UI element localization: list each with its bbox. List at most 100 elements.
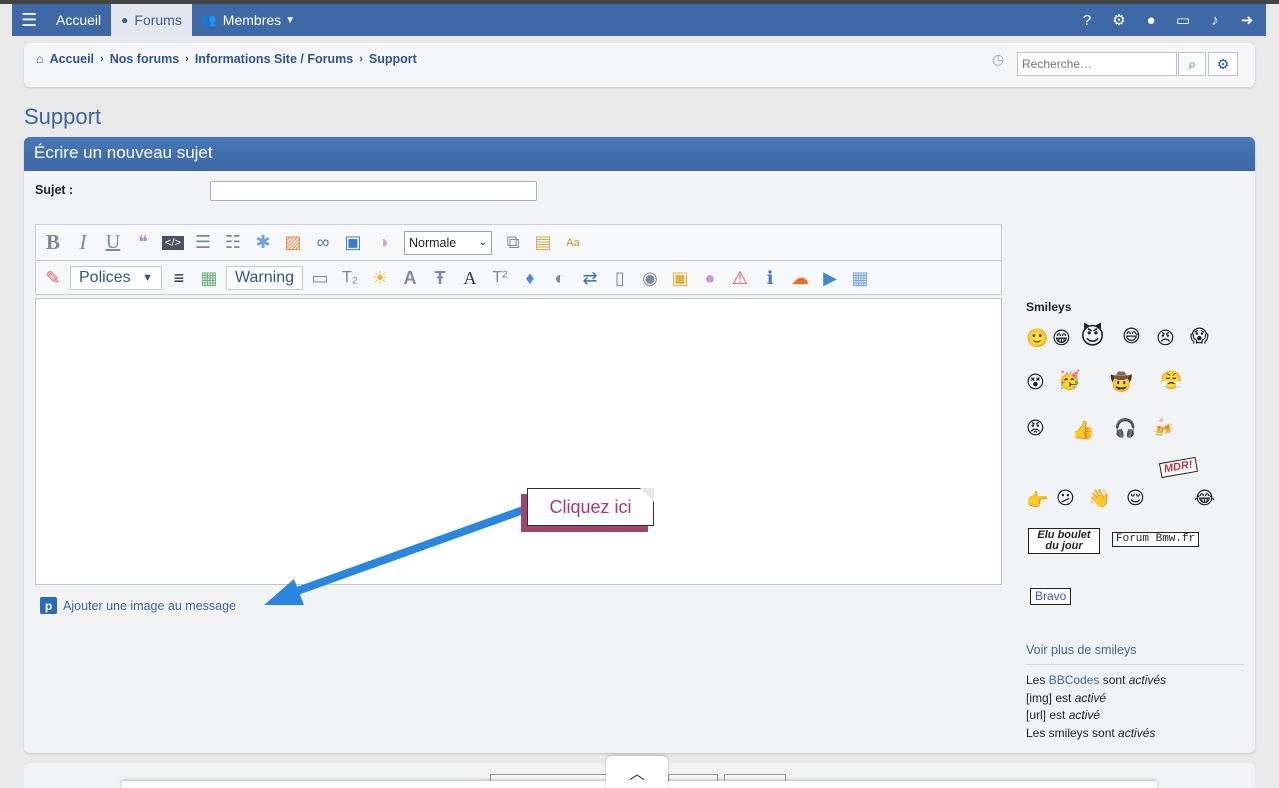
info-icon[interactable]: ℹ [757, 265, 783, 291]
smiley-bravo-sign[interactable]: Bravo [1030, 588, 1072, 605]
help-icon[interactable]: ? [1072, 4, 1102, 36]
search-button[interactable]: ⌕ [1178, 52, 1206, 76]
smiley-smoke-icon[interactable]: 😤 [1160, 370, 1182, 391]
smiley-mdr-sign[interactable]: MDR! [1158, 456, 1198, 479]
bell-icon[interactable]: ♪ [1200, 4, 1230, 36]
toolbar-row-2: ✎ Polices ▼ ≡ ▦ Warning ▭ T₂ ☀ A Ŧ A T² … [36, 260, 1001, 295]
align-center-icon[interactable]: ≡ [166, 265, 192, 291]
smiley-forum-bmw-sign[interactable]: Forum Bmw.fr [1112, 532, 1200, 547]
smiley-blink-icon[interactable]: 😌 [1126, 488, 1145, 509]
inbox-icon[interactable]: ▭ [1168, 4, 1198, 36]
breadcrumb-item-forums[interactable]: Nos forums [110, 52, 179, 66]
serif-a-icon[interactable]: A [457, 265, 483, 291]
scroll-icon[interactable]: ▯ [607, 265, 633, 291]
subject-input[interactable] [210, 181, 537, 201]
warning-button[interactable]: Warning [226, 266, 303, 290]
smiley-smile-icon[interactable]: 🙂 [1026, 328, 1048, 349]
search-input[interactable] [1017, 52, 1177, 76]
form-header: Écrire un nouveau sujet [24, 137, 1255, 171]
underline-icon[interactable]: U [100, 230, 126, 256]
add-image-link[interactable]: p Ajouter une image au message [40, 597, 236, 614]
bbcodes-link[interactable]: BBCodes [1049, 673, 1100, 687]
breadcrumb-item-home[interactable]: Accueil [50, 52, 94, 66]
url-line: [url] est activé [1026, 707, 1166, 725]
italic-icon[interactable]: I [70, 230, 96, 256]
hide-eye-icon[interactable]: ◉ [637, 265, 663, 291]
superscript-icon[interactable]: T² [487, 265, 513, 291]
smiley-thumb-icon[interactable]: 👍 [1072, 420, 1094, 441]
numbered-list-icon[interactable]: ☷ [220, 230, 246, 256]
outline-text-icon[interactable]: A [397, 265, 423, 291]
smiley-laugh-icon[interactable]: 😂 [1194, 488, 1215, 509]
code-icon[interactable]: </> [160, 230, 186, 256]
video-icon[interactable]: ▣ [340, 230, 366, 256]
more-smileys-link[interactable]: Voir plus de smileys [1026, 643, 1136, 657]
smiley-shock-icon[interactable]: 😱 [1190, 326, 1209, 347]
nav-forums[interactable]: ● Forums [111, 4, 192, 36]
logout-icon[interactable]: ➜ [1232, 4, 1262, 36]
bbcode-state: activés [1128, 673, 1167, 687]
fonts-dropdown-label: Polices [79, 269, 131, 286]
link-icon[interactable]: ∞ [310, 230, 336, 256]
clock-icon[interactable]: ◷ [992, 51, 1004, 68]
paste-icon[interactable]: ▤ [530, 230, 556, 256]
nav-home[interactable]: Accueil [46, 4, 111, 36]
caret-down-icon: ▼ [142, 272, 153, 284]
soundcloud-icon[interactable]: ☁ [787, 265, 813, 291]
subscript-icon[interactable]: T₂ [337, 265, 363, 291]
speech-bubble-icon[interactable]: ● [697, 265, 723, 291]
add-image-label: Ajouter une image au message [63, 598, 237, 613]
smiley-devil-icon[interactable]: 😈 [1080, 322, 1105, 351]
breadcrumb-item-support[interactable]: Support [369, 52, 417, 66]
smiley-card-icon[interactable]: 😡 [1026, 418, 1045, 439]
nav-home-label: Accueil [56, 12, 102, 28]
menu-icon[interactable]: ☰ [12, 4, 46, 36]
warning-triangle-icon[interactable]: ⚠ [727, 265, 753, 291]
smiley-hat-icon[interactable]: 🤠 [1110, 372, 1132, 393]
remove-format-icon[interactable]: Aa [560, 230, 586, 256]
list-item-icon[interactable]: ✱ [250, 230, 276, 256]
post-form-panel: Écrire un nouveau sujet Sujet : B I U ❝ … [24, 137, 1255, 753]
smiley-cheers-icon[interactable]: 🥳 [1058, 370, 1080, 391]
fonts-dropdown[interactable]: Polices ▼ [70, 266, 162, 290]
user-icon[interactable]: ● [1136, 4, 1166, 36]
bold-icon[interactable]: B [40, 230, 66, 256]
gear-icon: ⚙ [1216, 55, 1230, 72]
image-icon[interactable]: ▨ [280, 230, 306, 256]
smiley-bomb-icon[interactable]: 😵 [1026, 372, 1045, 393]
swap-icon[interactable]: ⇄ [577, 265, 603, 291]
quote-icon[interactable]: ❝ [130, 230, 156, 256]
scroll-to-top-button[interactable]: ︿ [606, 756, 668, 788]
breadcrumb-item-info[interactable]: Informations Site / Forums [195, 52, 353, 66]
callout-click-here: Cliquez ici [527, 488, 654, 526]
highlighter-icon[interactable]: ✎ [40, 265, 66, 291]
img-state: activé [1074, 690, 1107, 705]
color-picker-icon[interactable]: ◑ [370, 230, 396, 256]
grid-icon[interactable]: ▦ [847, 265, 873, 291]
smiley-beers-icon[interactable]: 🍻 [1152, 418, 1174, 439]
table-icon[interactable]: ▦ [196, 265, 222, 291]
gears-icon[interactable]: ⚙ [1104, 4, 1134, 36]
bullet-list-icon[interactable]: ☰ [190, 230, 216, 256]
copy-icon[interactable]: ⧉ [500, 230, 526, 256]
smiley-wave-icon[interactable]: 👋 [1088, 488, 1110, 509]
strikethrough-icon[interactable]: Ŧ [427, 265, 453, 291]
smiley-blush-icon[interactable]: 😅 [1122, 326, 1141, 347]
smiley-confused-icon[interactable]: 😕 [1056, 488, 1075, 509]
shade-icon[interactable]: ◐ [547, 265, 573, 291]
smiley-arrow-icon[interactable]: 👉 [1026, 490, 1048, 511]
lock-icon[interactable]: ▣ [667, 265, 693, 291]
smiley-angry-icon[interactable]: 😠 [1156, 328, 1175, 349]
media-icon[interactable]: ▶ [817, 265, 843, 291]
terminal-icon[interactable]: ▭ [307, 265, 333, 291]
smiley-grin-icon[interactable]: 😁 [1052, 328, 1071, 349]
img-line: [img] est activé [1026, 690, 1166, 708]
droplet-icon[interactable]: ♦ [517, 265, 543, 291]
nav-members[interactable]: 👥 Membres ▼ [192, 4, 305, 36]
smiley-elu-sign[interactable]: Elu boulet du jour [1028, 528, 1100, 554]
bbcode-prefix: Les [1026, 673, 1049, 687]
font-size-select[interactable]: Normale ⌄ [404, 230, 492, 255]
smiley-headphones-icon[interactable]: 🎧 [1114, 418, 1136, 439]
advanced-search-button[interactable]: ⚙ [1208, 52, 1238, 76]
sun-icon[interactable]: ☀ [367, 265, 393, 291]
